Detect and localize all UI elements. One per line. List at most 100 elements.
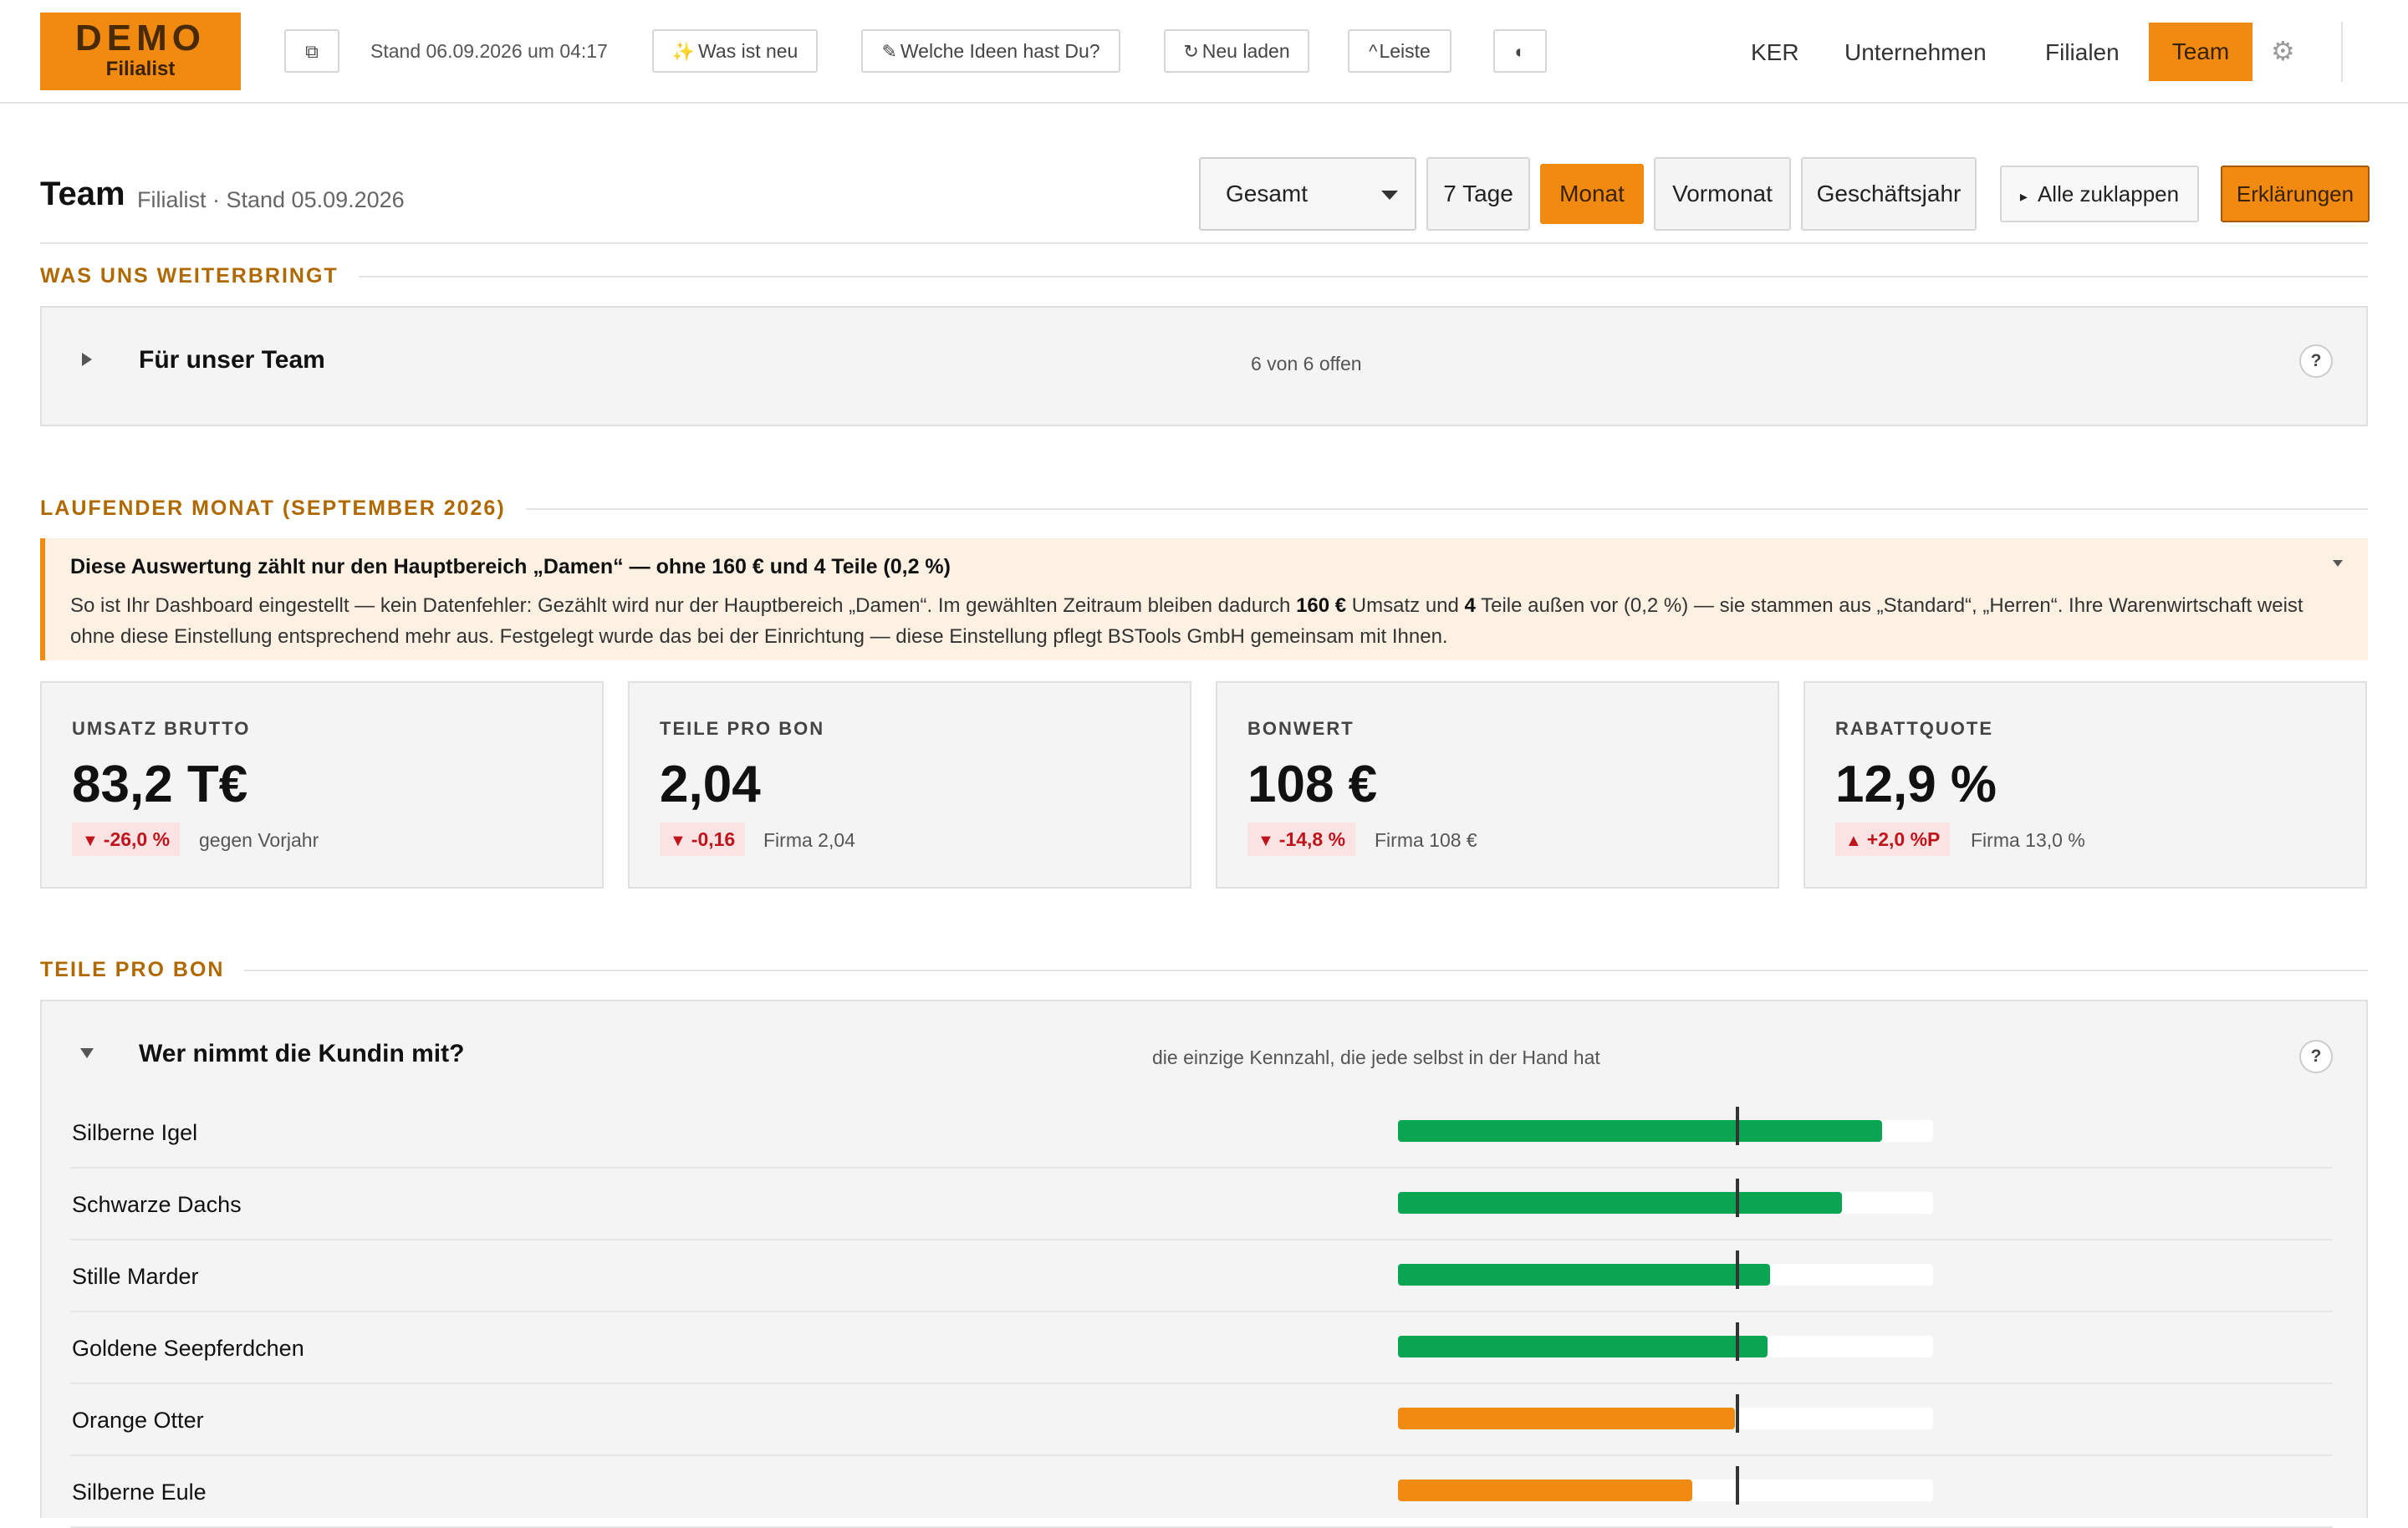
kpi-delta-badge: ▼ -14,8 % — [1247, 823, 1356, 856]
team-goals-panel[interactable]: Für unser Team 6 von 6 offen ? — [40, 306, 2368, 426]
ranking-reference-marker — [1736, 1179, 1740, 1217]
arrow-down-icon: ▼ — [670, 832, 686, 850]
period-geschaeftsjahr[interactable]: Geschäftsjahr — [1801, 157, 1977, 231]
section-heading-laufender-monat: LAUFENDER MONAT (SEPTEMBER 2026) — [40, 497, 526, 521]
filter-notice[interactable]: Diese Auswertung zählt nur den Hauptbere… — [40, 538, 2368, 660]
whats-new-label: Was ist neu — [698, 40, 798, 62]
ranking-bar-track — [1398, 1408, 1933, 1429]
ranking-row: Silberne Eule — [70, 1456, 2333, 1528]
kpi-delta-badge: ▲ +2,0 %P — [1835, 823, 1951, 856]
ranking-bar-fill — [1398, 1480, 1692, 1501]
collapse-all-button[interactable]: ▸ Alle zuklappen — [2000, 166, 2199, 222]
chevron-right-icon[interactable] — [82, 353, 92, 366]
whats-new-button[interactable]: ✨ Was ist neu — [652, 29, 818, 73]
chevron-down-icon — [1381, 191, 1398, 200]
collapse-icon: ▸ — [2019, 188, 2028, 205]
copy-button[interactable]: ⧉ — [284, 29, 339, 73]
ranking-bar-fill — [1398, 1120, 1883, 1142]
kpi-compare: gegen Vorjahr — [199, 829, 319, 851]
ranking-bar-fill — [1398, 1336, 1768, 1357]
period-7-tage[interactable]: 7 Tage — [1426, 157, 1530, 231]
kpi-value: 83,2 T€ — [72, 756, 248, 813]
chevron-down-icon[interactable] — [80, 1048, 94, 1058]
kpi-card-bonwert: BONWERT 108 € ▼ -14,8 % Firma 108 € — [1216, 681, 1779, 889]
page-subtitle: Filialist · Stand 05.09.2026 — [137, 187, 405, 212]
kpi-label: UMSATZ BRUTTO — [72, 718, 251, 739]
chevron-down-icon[interactable] — [2333, 560, 2343, 567]
toolbar-toggle-label: Leiste — [1379, 40, 1431, 62]
ranking-row: Orange Otter — [70, 1384, 2333, 1456]
toolbar-toggle-button[interactable]: ^Leiste — [1348, 29, 1451, 73]
nav-team[interactable]: Team — [2149, 23, 2252, 81]
nav-ker[interactable]: KER — [1751, 39, 1799, 66]
ranking-row: Stille Marder — [70, 1240, 2333, 1312]
kpi-card-rabattquote: RABATTQUOTE 12,9 % ▲ +2,0 %P Firma 13,0 % — [1803, 681, 2367, 889]
ranking-row-name: Schwarze Dachs — [72, 1192, 242, 1217]
ranking-row: Silberne Igel — [70, 1097, 2333, 1169]
caret-up-icon: ^ — [1369, 41, 1378, 62]
ranking-subtitle: die einzige Kennzahl, die jede selbst in… — [1152, 1047, 1600, 1068]
nav-unternehmen[interactable]: Unternehmen — [1844, 39, 1987, 66]
header-divider — [40, 242, 2368, 244]
scope-select[interactable]: Gesamt — [1199, 157, 1416, 231]
period-vormonat[interactable]: Vormonat — [1654, 157, 1791, 231]
sparkle-icon: ✨ — [671, 41, 696, 62]
ideas-label: Welche Ideen hast Du? — [900, 40, 1100, 62]
team-goals-open-count: 6 von 6 offen — [1251, 353, 1362, 374]
kpi-compare: Firma 108 € — [1375, 829, 1477, 851]
ranking-reference-marker — [1736, 1394, 1740, 1433]
help-icon[interactable]: ? — [2299, 1040, 2333, 1073]
top-bar: DEMO Filialist ⧉ Stand 06.09.2026 um 04:… — [0, 0, 2408, 104]
ranking-reference-marker — [1736, 1107, 1740, 1145]
reload-label: Neu laden — [1201, 40, 1290, 62]
reload-icon: ↻ — [1183, 41, 1199, 62]
ranking-reference-marker — [1736, 1322, 1740, 1361]
help-icon[interactable]: ? — [2299, 344, 2333, 378]
kpi-card-umsatz: UMSATZ BRUTTO 83,2 T€ ▼ -26,0 % gegen Vor… — [40, 681, 604, 889]
theme-toggle-button[interactable]: ◐ — [1493, 29, 1547, 73]
section-rule-1 — [40, 276, 2368, 278]
kpi-label: RABATTQUOTE — [1835, 718, 1994, 739]
ranking-bar-fill — [1398, 1408, 1736, 1429]
kpi-card-teile-pro-bon: TEILE PRO BON 2,04 ▼ -0,16 Firma 2,04 — [628, 681, 1191, 889]
ranking-row-name: Goldene Seepferdchen — [72, 1336, 304, 1361]
ideas-button[interactable]: ✎ Welche Ideen hast Du? — [861, 29, 1120, 73]
arrow-up-icon: ▲ — [1845, 832, 1862, 850]
page-title: Team — [40, 176, 125, 212]
brand-logo-text: DEMO — [75, 18, 206, 59]
ranking-reference-marker — [1736, 1466, 1740, 1505]
stand-timestamp: Stand 06.09.2026 um 04:17 — [370, 40, 608, 62]
arrow-down-icon: ▼ — [82, 832, 99, 850]
kpi-label: BONWERT — [1247, 718, 1354, 739]
ranking-bar-track — [1398, 1480, 1933, 1501]
kpi-delta-badge: ▼ -0,16 — [660, 823, 746, 856]
brand-logo-subtext: Filialist — [105, 58, 176, 80]
ranking-bar-fill — [1398, 1192, 1843, 1214]
section-heading-teile-pro-bon: TEILE PRO BON — [40, 958, 245, 982]
kpi-value: 2,04 — [660, 756, 761, 813]
nav-filialen[interactable]: Filialen — [2045, 39, 2120, 66]
brand-logo[interactable]: DEMO Filialist — [40, 13, 241, 90]
filter-notice-title: Diese Auswertung zählt nur den Hauptbere… — [70, 555, 951, 578]
scope-select-value: Gesamt — [1226, 181, 1309, 206]
ranking-bar-track — [1398, 1120, 1933, 1142]
ranking-bar-track — [1398, 1192, 1933, 1214]
period-monat[interactable]: Monat — [1540, 164, 1644, 224]
half-circle-icon: ◐ — [1514, 41, 1526, 62]
pencil-icon: ✎ — [881, 41, 897, 62]
arrow-down-icon: ▼ — [1258, 832, 1274, 850]
ranking-bar-track — [1398, 1264, 1933, 1286]
ranking-row: Goldene Seepferdchen — [70, 1312, 2333, 1384]
explanations-button[interactable]: Erklärungen — [2221, 166, 2370, 222]
topbar-divider — [2341, 22, 2343, 82]
reload-button[interactable]: ↻ Neu laden — [1164, 29, 1309, 73]
kpi-label: TEILE PRO BON — [660, 718, 825, 739]
ranking-reference-marker — [1736, 1250, 1740, 1289]
gear-icon[interactable]: ⚙ — [2271, 35, 2295, 67]
ranking-title: Wer nimmt die Kundin mit? — [139, 1040, 465, 1067]
ranking-row-name: Silberne Igel — [72, 1120, 198, 1145]
ranking-row-name: Stille Marder — [72, 1264, 199, 1289]
kpi-delta-badge: ▼ -26,0 % — [72, 823, 181, 856]
kpi-compare: Firma 2,04 — [763, 829, 855, 851]
copy-icon: ⧉ — [305, 41, 319, 62]
